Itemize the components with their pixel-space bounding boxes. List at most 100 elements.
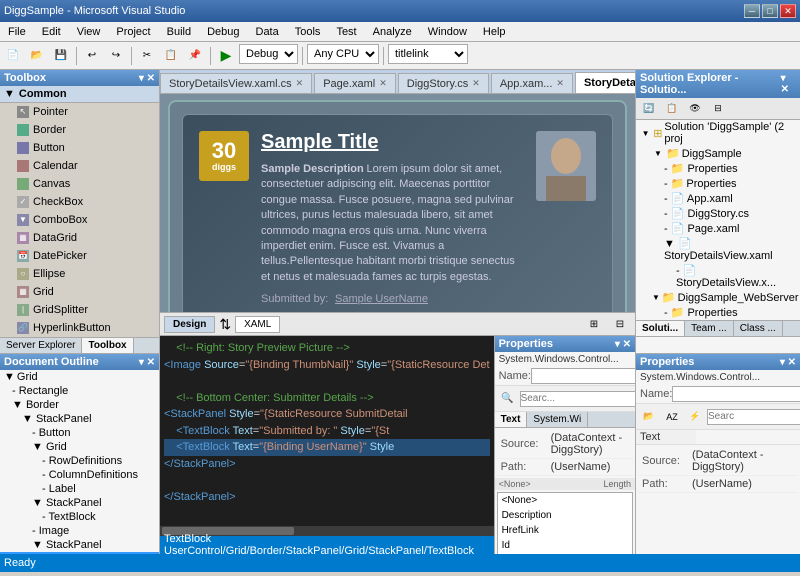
tb-copy[interactable]: 📋 (160, 44, 182, 66)
toolbox-border[interactable]: Border (0, 121, 159, 139)
tab-storydetails[interactable]: StoryDetailsView.xaml ✕ (575, 72, 635, 94)
menu-window[interactable]: Window (420, 24, 475, 40)
binding-id[interactable]: Id (498, 538, 632, 553)
outline-grid2[interactable]: ▼ Grid (0, 440, 159, 454)
props-cats-btn[interactable]: 📂 (638, 406, 660, 428)
tab-page[interactable]: Page.xaml ✕ (314, 73, 396, 93)
outline-grid[interactable]: ▼ Grid (0, 370, 159, 384)
menu-help[interactable]: Help (475, 24, 514, 40)
outline-button[interactable]: - Button (0, 426, 159, 440)
toolbox-pointer[interactable]: ↖Pointer (0, 103, 159, 121)
tab-close-3[interactable]: ✕ (556, 78, 564, 89)
outline-stackpanel1[interactable]: ▼ StackPanel (0, 412, 159, 426)
menu-data[interactable]: Data (248, 24, 287, 40)
toolbox-tab[interactable]: Toolbox (82, 338, 133, 353)
sol-props-btn[interactable]: 📋 (661, 98, 683, 120)
design-view-btn[interactable]: Design (164, 316, 215, 333)
outline-stackpanel2[interactable]: ▼ StackPanel (0, 496, 159, 510)
sol-diggstory[interactable]: - 📄 DiggStory.cs (636, 206, 800, 221)
outline-textblock1[interactable]: - TextBlock (0, 510, 159, 524)
props-events-btn[interactable]: ⚡ (684, 406, 706, 428)
prop-text-input[interactable] (700, 432, 796, 443)
tb-redo[interactable]: ↪ (105, 44, 127, 66)
toolbox-calendar[interactable]: Calendar (0, 157, 159, 175)
sol-properties[interactable]: - 📁 Properties (636, 161, 800, 176)
tab-close-2[interactable]: ✕ (472, 78, 480, 89)
toolbox-hyperlinkbutton[interactable]: 🔗HyperlinkButton (0, 319, 159, 337)
solution-panel-icons[interactable]: ▾ ✕ (781, 73, 796, 95)
tb-new[interactable]: 📄 (2, 44, 24, 66)
solution-root[interactable]: ▼ ⊞ Solution 'DiggSample' (2 proj (636, 120, 800, 146)
tab-close-1[interactable]: ✕ (379, 78, 387, 89)
toolbox-datepicker[interactable]: 📅DatePicker (0, 247, 159, 265)
toolbox-checkbox[interactable]: ✓CheckBox (0, 193, 159, 211)
tb-start[interactable]: ▶ (215, 44, 237, 66)
expand-code-btn[interactable]: ⊞ (583, 313, 605, 335)
tab-close-0[interactable]: ✕ (296, 78, 304, 89)
name-input[interactable] (531, 368, 635, 384)
tab-syswi[interactable]: System.Wi (527, 412, 588, 427)
minimize-button[interactable]: ─ (744, 4, 760, 18)
sol-refresh-btn[interactable]: 🔄 (638, 98, 660, 120)
collapse-code-btn[interactable]: ⊟ (609, 313, 631, 335)
tab-diggstory[interactable]: DiggStory.cs ✕ (398, 73, 489, 93)
sol-show-btn[interactable]: 👁 (684, 98, 706, 120)
doc-outline-icons[interactable]: ▾ ✕ (139, 357, 155, 368)
tb-save[interactable]: 💾 (50, 44, 72, 66)
binding-description[interactable]: Description (498, 508, 632, 523)
menu-edit[interactable]: Edit (34, 24, 69, 40)
toolbox-datagrid[interactable]: ▦DataGrid (0, 229, 159, 247)
binding-none[interactable]: <None> (498, 493, 632, 508)
sol-tab[interactable]: Soluti... (636, 321, 685, 336)
menu-file[interactable]: File (0, 24, 34, 40)
props-right-search[interactable] (707, 409, 800, 425)
props-panel-icons[interactable]: ▾ ✕ (615, 339, 631, 350)
toolbox-button[interactable]: Button (0, 139, 159, 157)
binding-numdiggs[interactable]: NumDiggs (498, 553, 632, 554)
outline-rowdefs[interactable]: - RowDefinitions (0, 454, 159, 468)
tab-app[interactable]: App.xam... ✕ (491, 73, 573, 93)
sol-references[interactable]: - 📁 Properties (636, 176, 800, 191)
class-tab[interactable]: Class ... (734, 321, 783, 336)
menu-debug[interactable]: Debug (199, 24, 247, 40)
outline-label[interactable]: - Label (0, 482, 159, 496)
close-button[interactable]: ✕ (780, 4, 796, 18)
sol-appxaml[interactable]: - 📄 App.xaml (636, 191, 800, 206)
maximize-button[interactable]: □ (762, 4, 778, 18)
tb-undo[interactable]: ↩ (81, 44, 103, 66)
toolbox-gridsplitter[interactable]: |GridSplitter (0, 301, 159, 319)
titlelink-select[interactable]: titlelink (388, 44, 468, 64)
toolbox-panel-icons[interactable]: ▾ ✕ (139, 73, 155, 84)
menu-project[interactable]: Project (108, 24, 158, 40)
menu-build[interactable]: Build (159, 24, 199, 40)
props-name-input[interactable] (672, 386, 800, 402)
tb-paste[interactable]: 📌 (184, 44, 206, 66)
sol-storydetailsview[interactable]: ▼ 📄 StoryDetailsView.xaml (636, 236, 800, 263)
xaml-view-btn[interactable]: XAML (235, 316, 280, 333)
cpu-select[interactable]: Any CPU (307, 44, 379, 64)
debug-config-select[interactable]: Debug (239, 44, 298, 64)
prop-text-value[interactable] (696, 430, 800, 445)
toolbox-grid[interactable]: ▦Grid (0, 283, 159, 301)
outline-textblock2[interactable]: - Re Definitions (0, 552, 159, 554)
binding-hreflink[interactable]: HrefLink (498, 523, 632, 538)
outline-border[interactable]: ▼ Border (0, 398, 159, 412)
outline-coldefs[interactable]: - ColumnDefinitions (0, 468, 159, 482)
team-tab[interactable]: Team ... (685, 321, 734, 336)
props-search-btn[interactable]: 🔍 (497, 388, 519, 410)
toolbox-ellipse[interactable]: ○Ellipse (0, 265, 159, 283)
sol-pagexaml[interactable]: - 📄 Page.xaml (636, 221, 800, 236)
menu-test[interactable]: Test (328, 24, 364, 40)
outline-image[interactable]: - Image (0, 524, 159, 538)
binding-member-list[interactable]: <None> Description HrefLink Id NumDiggs … (497, 492, 633, 554)
outline-stackpanel3[interactable]: ▼ StackPanel (0, 538, 159, 552)
toolbox-section-common[interactable]: ▼ Common (0, 86, 159, 103)
tb-cut[interactable]: ✂ (136, 44, 158, 66)
project-webserver[interactable]: ▼ 📁 DiggSample_WebServer (636, 290, 800, 305)
sol-storydetailsviewx[interactable]: - 📄 StoryDetailsView.x... (636, 263, 800, 290)
props-alpha-btn[interactable]: AZ (661, 406, 683, 428)
sol-webserver-props[interactable]: - 📁 Properties (636, 305, 800, 320)
toolbox-canvas[interactable]: Canvas (0, 175, 159, 193)
xaml-code-editor[interactable]: <!-- Right: Story Preview Picture --> <I… (160, 336, 494, 526)
props-right-icons[interactable]: ▾ ✕ (780, 357, 796, 368)
